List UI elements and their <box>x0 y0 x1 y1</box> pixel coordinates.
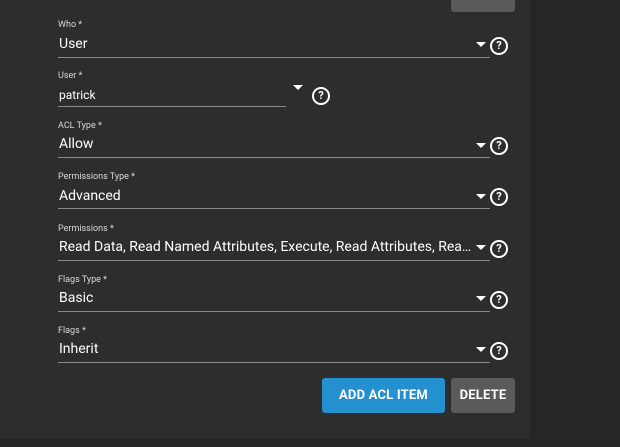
permissions-label: Permissions * <box>58 224 114 234</box>
flags-select[interactable]: Flags * Inherit <box>58 326 510 366</box>
flags-label: Flags * <box>58 326 86 336</box>
acl-type-underline <box>58 157 490 158</box>
delete-button[interactable]: DELETE <box>451 378 515 413</box>
permissions-type-value: Advanced <box>59 188 121 204</box>
right-gutter <box>530 0 620 447</box>
who-label: Who * <box>58 20 83 30</box>
acl-type-label: ACL Type * <box>58 121 102 131</box>
help-circle-icon[interactable]: ? <box>490 240 508 258</box>
permissions-type-label: Permissions Type * <box>58 172 136 182</box>
user-combobox[interactable]: User * patrick <box>58 71 308 111</box>
chevron-down-icon[interactable] <box>476 296 486 301</box>
chevron-down-icon[interactable] <box>476 245 486 250</box>
previous-delete-button[interactable] <box>451 0 515 12</box>
user-underline <box>58 106 286 107</box>
chevron-down-icon[interactable] <box>476 143 486 148</box>
permissions-type-underline <box>58 208 490 209</box>
who-value: User <box>59 36 88 52</box>
acl-type-value: Allow <box>59 136 94 152</box>
flags-value: Inherit <box>59 341 99 357</box>
help-circle-icon[interactable]: ? <box>490 188 508 206</box>
flags-type-label: Flags Type * <box>58 275 108 285</box>
chevron-down-icon[interactable] <box>476 42 486 47</box>
chevron-down-icon[interactable] <box>476 194 486 199</box>
add-acl-item-button[interactable]: ADD ACL ITEM <box>322 378 445 413</box>
chevron-down-icon[interactable] <box>476 347 486 352</box>
flags-type-value: Basic <box>59 290 94 306</box>
help-circle-icon[interactable]: ? <box>490 137 508 155</box>
acl-type-select[interactable]: ACL Type * Allow <box>58 121 510 161</box>
user-label: User * <box>58 71 83 81</box>
bottom-divider <box>0 439 530 447</box>
flags-type-underline <box>58 311 490 312</box>
help-circle-icon[interactable]: ? <box>490 37 508 55</box>
permissions-select[interactable]: Permissions * Read Data, Read Named Attr… <box>58 224 510 264</box>
flags-underline <box>58 362 490 363</box>
help-circle-icon[interactable]: ? <box>490 342 508 360</box>
chevron-down-icon[interactable] <box>293 85 303 90</box>
permissions-value: Read Data, Read Named Attributes, Execut… <box>59 239 472 255</box>
who-select[interactable]: Who * User <box>58 20 510 60</box>
user-input[interactable]: patrick <box>59 88 279 102</box>
help-circle-icon[interactable]: ? <box>490 291 508 309</box>
flags-type-select[interactable]: Flags Type * Basic <box>58 275 510 315</box>
permissions-type-select[interactable]: Permissions Type * Advanced <box>58 172 510 212</box>
help-circle-icon[interactable]: ? <box>312 87 330 105</box>
who-underline <box>58 57 490 58</box>
permissions-underline <box>58 260 490 261</box>
